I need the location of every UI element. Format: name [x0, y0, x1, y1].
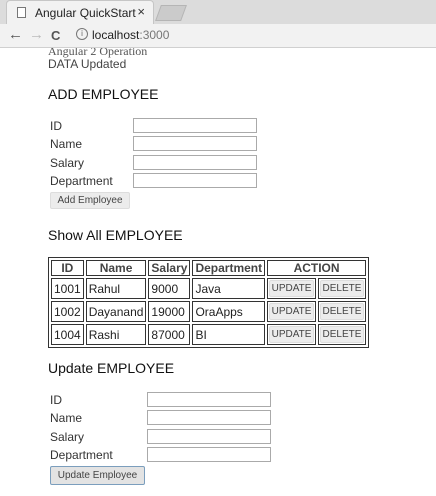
col-salary-header: Salary [148, 260, 191, 276]
table-row: 1004 Rashi 87000 BI UPDATE DELETE [51, 324, 366, 345]
tab-title: Angular QuickStart [35, 6, 136, 20]
forward-arrow-icon[interactable]: → [29, 26, 44, 43]
update-name-label: Name [50, 411, 83, 425]
table-row: 1002 Dayanand 19000 OraApps UPDATE DELET… [51, 301, 366, 322]
delete-button[interactable]: DELETE [319, 303, 364, 320]
add-salary-input[interactable] [133, 155, 257, 170]
show-all-title: Show All EMPLOYEE [48, 227, 183, 243]
add-department-label: Department [50, 174, 113, 188]
table-header-row: ID Name Salary Department ACTION [51, 260, 366, 276]
url-port: :3000 [139, 28, 170, 42]
reload-icon[interactable]: C [51, 28, 60, 43]
update-department-label: Department [50, 448, 113, 462]
add-name-input[interactable] [133, 136, 257, 151]
add-employee-title: ADD EMPLOYEE [48, 86, 159, 102]
cell-update: UPDATE [267, 278, 316, 299]
cell-department: Java [192, 278, 266, 299]
cell-name: Rahul [85, 278, 147, 299]
browser-toolbar: ← → C i localhost:3000 [0, 24, 436, 48]
update-employee-title: Update EMPLOYEE [48, 360, 175, 376]
update-department-input[interactable] [147, 447, 271, 462]
cell-salary: 9000 [148, 278, 191, 299]
cell-delete: DELETE [317, 278, 366, 299]
status-message: DATA Updated [48, 57, 127, 71]
browser-tab[interactable]: Angular QuickStart × [6, 0, 154, 24]
update-employee-button[interactable]: Update Employee [50, 466, 145, 485]
info-icon[interactable]: i [76, 28, 88, 40]
add-id-label: ID [50, 119, 62, 133]
cell-salary: 87000 [148, 324, 191, 345]
cell-salary: 19000 [148, 301, 191, 322]
new-tab-button[interactable] [155, 5, 187, 21]
cell-id: 1002 [51, 301, 84, 322]
update-button[interactable]: UPDATE [269, 326, 314, 343]
cell-department: OraApps [192, 301, 266, 322]
cell-update: UPDATE [267, 324, 316, 345]
cell-delete: DELETE [317, 301, 366, 322]
add-name-label: Name [50, 137, 83, 151]
update-salary-label: Salary [50, 430, 85, 444]
update-name-input[interactable] [147, 410, 271, 425]
col-name-header: Name [85, 260, 147, 276]
employee-table: ID Name Salary Department ACTION 1001 Ra… [48, 257, 369, 348]
col-department-header: Department [192, 260, 266, 276]
delete-button[interactable]: DELETE [319, 326, 364, 343]
update-button[interactable]: UPDATE [269, 280, 314, 297]
cell-delete: DELETE [317, 324, 366, 345]
cell-id: 1001 [51, 278, 84, 299]
add-department-input[interactable] [133, 173, 257, 188]
update-id-label: ID [50, 393, 62, 407]
delete-button[interactable]: DELETE [319, 280, 364, 297]
page-content: Angular 2 Operation DATA Updated ADD EMP… [0, 48, 436, 496]
page-icon [17, 7, 26, 18]
col-id-header: ID [51, 260, 84, 276]
col-action-header: ACTION [267, 260, 366, 276]
table-row: 1001 Rahul 9000 Java UPDATE DELETE [51, 278, 366, 299]
cell-department: BI [192, 324, 266, 345]
cell-name: Dayanand [85, 301, 147, 322]
cell-id: 1004 [51, 324, 84, 345]
update-button[interactable]: UPDATE [269, 303, 314, 320]
cell-name: Rashi [85, 324, 147, 345]
address-bar[interactable]: i localhost:3000 [72, 26, 434, 45]
cell-update: UPDATE [267, 301, 316, 322]
url-host: localhost [92, 28, 140, 42]
update-salary-input[interactable] [147, 429, 271, 444]
add-salary-label: Salary [50, 156, 85, 170]
url-text: localhost:3000 [92, 28, 169, 42]
close-tab-icon[interactable]: × [137, 4, 145, 19]
add-id-input[interactable] [133, 118, 257, 133]
add-employee-button[interactable]: Add Employee [50, 192, 130, 209]
back-arrow-icon[interactable]: ← [8, 26, 23, 43]
browser-tab-bar: Angular QuickStart × [0, 0, 436, 24]
update-id-input[interactable] [147, 392, 271, 407]
